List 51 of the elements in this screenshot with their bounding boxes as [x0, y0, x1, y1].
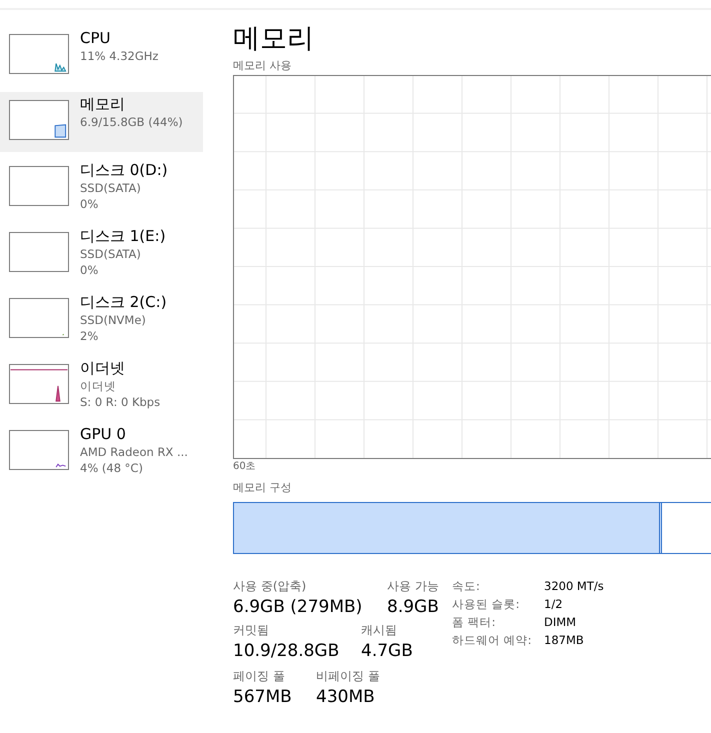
- stat-label: 페이징 풀: [233, 668, 286, 684]
- stat-label: 캐시됨: [361, 622, 398, 638]
- page-title: 메모리: [233, 22, 315, 56]
- item-detail: 6.9/15.8GB (44%): [80, 114, 183, 130]
- graph-thumbnail-drawing: [9, 430, 69, 470]
- item-detail: SSD(SATA): [80, 246, 142, 262]
- chart-label: 메모리 사용: [233, 59, 292, 73]
- stat-value: 4.7GB: [361, 640, 413, 663]
- stat-value: 10.9/28.8GB: [233, 640, 340, 663]
- detail-label: 폼 팩터:: [452, 614, 497, 631]
- stat-value: 567MB: [233, 686, 293, 709]
- detail-value: DIMM: [544, 614, 578, 631]
- stat-value: 430MB: [316, 686, 376, 709]
- time-label: 60초: [233, 460, 257, 473]
- detail-value: 1/2: [544, 596, 564, 613]
- item-detail: 0%: [80, 262, 100, 278]
- sidebar-item[interactable]: 메모리 6.9/15.8GB (44%): [0, 92, 203, 152]
- graph-thumbnail-drawing: [9, 34, 69, 74]
- item-detail: 2%: [80, 328, 100, 344]
- item-detail: AMD Radeon RX ...: [80, 444, 188, 460]
- item-title: 메모리: [80, 95, 126, 114]
- stat-label: 사용 중(압축): [233, 578, 308, 594]
- item-detail: 이더넷: [80, 378, 117, 394]
- graph-thumbnail-drawing: [9, 100, 69, 140]
- item-detail: 0%: [80, 196, 100, 212]
- graph-thumbnail-drawing: [9, 298, 69, 338]
- item-title: CPU: [80, 29, 112, 48]
- item-detail: SSD(SATA): [80, 180, 142, 196]
- item-detail: S: 0 R: 0 Kbps: [80, 394, 160, 410]
- stat-label: 사용 가능: [387, 578, 439, 594]
- graph-thumbnail-drawing: [9, 166, 69, 206]
- stat-value: 6.9GB (279MB): [233, 596, 364, 619]
- item-title: GPU 0: [80, 425, 127, 444]
- item-title: 디스크 1(E:): [80, 227, 166, 246]
- detail-label: 속도:: [452, 578, 481, 595]
- detail-label: 하드웨어 예약:: [452, 632, 533, 649]
- detail-label: 사용된 슬롯:: [452, 596, 521, 613]
- stat-label: 비페이징 풀: [316, 668, 380, 684]
- item-detail: 11% 4.32GHz: [80, 48, 158, 64]
- chart-label: 메모리 구성: [233, 481, 292, 495]
- detail-value: 187MB: [544, 632, 585, 649]
- stat-label: 커밋됨: [233, 622, 270, 638]
- item-title: 디스크 0(D:): [80, 161, 168, 180]
- item-detail: SSD(NVMe): [80, 312, 147, 328]
- item-detail: 4% (48 °C): [80, 460, 144, 476]
- detail-value: 3200 MT/s: [544, 578, 604, 595]
- item-title: 디스크 2(C:): [80, 293, 167, 312]
- graph-thumbnail-drawing: [9, 364, 69, 404]
- graph-thumbnail-drawing: [9, 232, 69, 272]
- stat-value: 8.9GB: [387, 596, 439, 619]
- item-title: 이더넷: [80, 359, 126, 378]
